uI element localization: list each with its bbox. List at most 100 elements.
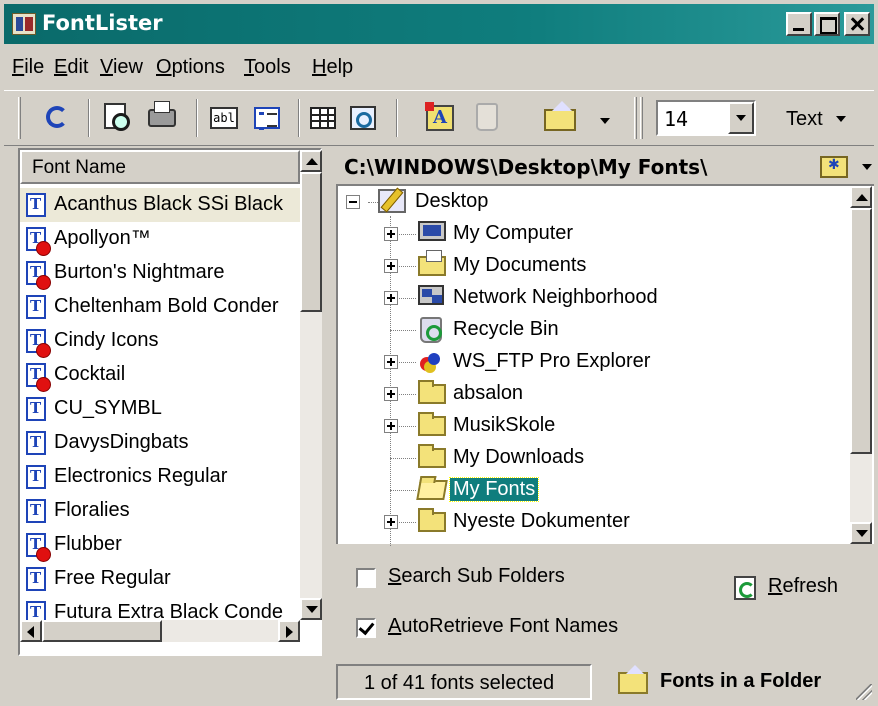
folder-icon xyxy=(418,412,446,436)
tree-node-my-fonts[interactable]: My Fonts xyxy=(338,474,738,506)
font-list-item[interactable]: CU_SYMBL xyxy=(20,392,300,426)
text-button[interactable]: Text xyxy=(786,108,847,131)
tree-node-recycle-bin[interactable]: Recycle Bin xyxy=(338,314,738,346)
font-list-horizontal-scrollbar[interactable] xyxy=(20,620,300,642)
tree-node-desktop[interactable]: Desktop xyxy=(338,186,738,218)
print-preview-icon[interactable] xyxy=(104,103,130,131)
recycle-icon[interactable] xyxy=(476,103,498,131)
tree-node-ws-ftp[interactable]: WS_FTP Pro Explorer xyxy=(338,346,738,378)
column-header-font-name[interactable]: Font Name xyxy=(20,150,300,184)
new-folder-icon[interactable] xyxy=(820,156,848,178)
toolbar-grip[interactable] xyxy=(634,97,637,139)
scroll-up-button[interactable] xyxy=(850,186,872,208)
tree-node-nyeste-dokumenter[interactable]: Nyeste Dokumenter xyxy=(338,506,738,538)
tree-vertical-scrollbar[interactable] xyxy=(850,186,872,544)
expand-icon[interactable] xyxy=(384,355,398,369)
tree-node-label: absalon xyxy=(453,382,524,404)
close-button[interactable] xyxy=(844,12,870,36)
details-icon[interactable] xyxy=(254,107,280,130)
tree-node-my-documents[interactable]: My Documents xyxy=(338,250,738,282)
autoretrieve-label[interactable]: AutoRetrieve Font Names xyxy=(388,615,618,638)
font-list-item[interactable]: Flubber xyxy=(20,528,300,562)
search-sub-folders-label[interactable]: Search Sub Folders xyxy=(388,565,565,588)
tree-node-my-downloads[interactable]: My Downloads xyxy=(338,442,738,474)
folder-icon xyxy=(418,444,446,468)
font-list-vertical-scrollbar[interactable] xyxy=(300,150,322,620)
font-list-item[interactable]: Electronics Regular xyxy=(20,460,300,494)
find-icon[interactable] xyxy=(350,106,376,130)
font-list-item[interactable]: Apollyon™ xyxy=(20,222,300,256)
table-icon[interactable] xyxy=(310,107,336,129)
menu-edit[interactable]: Edit xyxy=(54,56,88,79)
font-name: Burton's Nightmare xyxy=(54,261,225,283)
font-name: CU_SYMBL xyxy=(54,397,162,419)
refresh-button[interactable]: Refresh xyxy=(768,575,838,598)
font-size-value[interactable]: 14 xyxy=(664,107,688,131)
toolbar-grip[interactable] xyxy=(18,97,21,139)
scroll-thumb-horizontal[interactable] xyxy=(42,620,162,642)
menu-help[interactable]: Help xyxy=(312,56,353,79)
font-list-item[interactable]: Cheltenham Bold Conder xyxy=(20,290,300,324)
refresh-icon[interactable] xyxy=(734,576,756,600)
menu-options-key: O xyxy=(156,56,172,78)
chevron-down-icon[interactable] xyxy=(862,164,872,170)
tree-node-musikskole[interactable]: MusikSkole xyxy=(338,410,738,442)
font-list-item[interactable]: Burton's Nightmare xyxy=(20,256,300,290)
search-sub-folders-checkbox[interactable] xyxy=(356,568,376,588)
install-font-icon[interactable]: A xyxy=(425,102,454,131)
maximize-button[interactable] xyxy=(814,12,840,36)
tree-node-my-computer[interactable]: My Computer xyxy=(338,218,738,250)
font-file-warning-icon xyxy=(26,533,51,562)
app-icon[interactable] xyxy=(12,13,36,35)
font-list-item[interactable]: Free Regular xyxy=(20,562,300,596)
folder-up-icon[interactable] xyxy=(544,101,576,131)
expand-icon[interactable] xyxy=(384,419,398,433)
font-list-item[interactable]: Cocktail xyxy=(20,358,300,392)
font-list-item[interactable]: Floralies xyxy=(20,494,300,528)
window-title: FontLister xyxy=(42,11,163,35)
expand-icon[interactable] xyxy=(384,387,398,401)
menu-file-key: F xyxy=(12,56,25,78)
font-file-icon xyxy=(26,397,46,421)
scroll-right-button[interactable] xyxy=(278,620,300,642)
expand-icon[interactable] xyxy=(384,291,398,305)
font-name: Floralies xyxy=(54,499,130,521)
font-file-icon xyxy=(26,465,46,489)
menu-options[interactable]: Options xyxy=(156,56,225,79)
font-list-item[interactable]: DavysDingbats xyxy=(20,426,300,460)
menu-file[interactable]: File xyxy=(12,56,44,79)
minimize-button[interactable] xyxy=(786,12,812,36)
font-list-item[interactable]: Futura Extra Black Conde xyxy=(20,596,300,620)
scroll-thumb[interactable] xyxy=(300,172,322,312)
font-size-dropdown-button[interactable] xyxy=(728,102,754,134)
status-bar: 1 of 41 fonts selected Fonts in a Folder xyxy=(4,660,874,702)
tree-node-absalon[interactable]: absalon xyxy=(338,378,738,410)
font-size-combobox[interactable]: 14 xyxy=(656,100,756,136)
scroll-down-button[interactable] xyxy=(850,522,872,544)
folder-dropdown-icon[interactable] xyxy=(600,118,610,124)
menu-tools[interactable]: Tools xyxy=(244,56,291,79)
font-list-item[interactable]: Cindy Icons xyxy=(20,324,300,358)
resize-grip[interactable] xyxy=(856,684,872,700)
collapse-icon[interactable] xyxy=(346,195,360,209)
expand-icon[interactable] xyxy=(384,227,398,241)
toolbar-grip[interactable] xyxy=(640,97,643,139)
menu-view[interactable]: View xyxy=(100,56,143,79)
scroll-down-button[interactable] xyxy=(300,598,322,620)
font-list-item[interactable]: Acanthus Black SSi Black xyxy=(20,188,300,222)
title-bar[interactable]: FontLister xyxy=(4,4,874,44)
scroll-left-button[interactable] xyxy=(20,620,42,642)
refresh-icon[interactable] xyxy=(46,106,68,128)
search-sub-folders-text: earch Sub Folders xyxy=(401,565,565,587)
expand-icon[interactable] xyxy=(384,515,398,529)
autoretrieve-text: utoRetrieve Font Names xyxy=(401,615,619,637)
print-icon[interactable] xyxy=(148,101,176,127)
expand-icon[interactable] xyxy=(384,259,398,273)
folder-tree: Desktop My Computer My Documents Network… xyxy=(336,184,874,546)
autoretrieve-checkbox[interactable] xyxy=(356,618,376,638)
tree-node-network-neighborhood[interactable]: Network Neighborhood xyxy=(338,282,738,314)
scroll-up-button[interactable] xyxy=(300,150,322,172)
scroll-thumb[interactable] xyxy=(850,208,872,454)
font-file-warning-icon xyxy=(26,363,51,392)
sample-text-icon[interactable]: abl xyxy=(210,107,238,129)
